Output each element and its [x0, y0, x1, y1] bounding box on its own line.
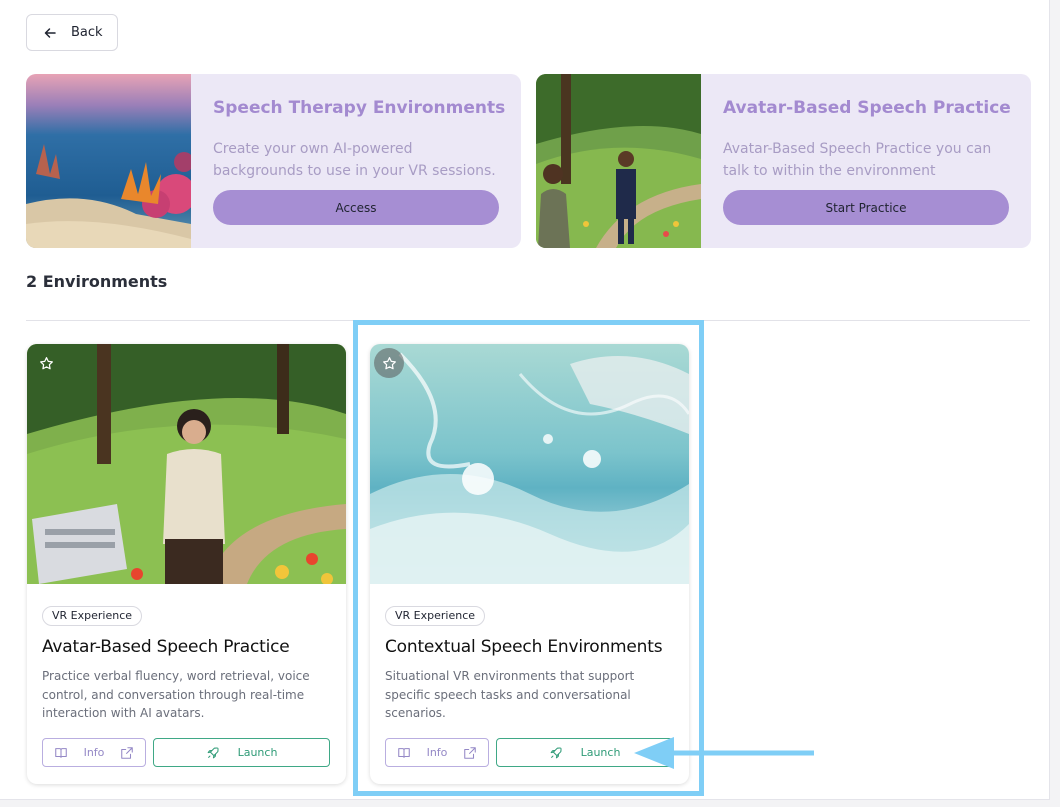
- info-button[interactable]: Info: [385, 738, 489, 767]
- environment-card-avatar-speech: VR Experience Avatar-Based Speech Practi…: [27, 344, 346, 784]
- pointer-arrow-icon: [634, 737, 814, 769]
- rocket-icon: [207, 746, 219, 758]
- info-button[interactable]: Info: [42, 738, 146, 767]
- promo-description: Create your own AI-powered backgrounds t…: [213, 141, 496, 179]
- book-icon: [398, 747, 410, 758]
- card-description: Situational VR environments that support…: [385, 669, 635, 720]
- promo-title: Avatar-Based Speech Practice: [723, 98, 1011, 118]
- vr-experience-badge: VR Experience: [42, 606, 143, 626]
- promo-avatar-speech-practice: Avatar-Based Speech Practice Avatar-Base…: [536, 74, 1031, 248]
- environments-count-heading: 2 Environments: [26, 272, 168, 291]
- card-description: Practice verbal fluency, word retrieval,…: [42, 669, 310, 720]
- promo-image-avatars: [536, 74, 701, 248]
- external-link-icon: [121, 746, 133, 759]
- promo-speech-therapy-environments: Speech Therapy Environments Create your …: [26, 74, 521, 248]
- launch-label: Launch: [237, 746, 278, 759]
- info-label: Info: [83, 746, 105, 759]
- favorite-button[interactable]: [31, 348, 61, 378]
- vr-experience-badge: VR Experience: [385, 606, 486, 626]
- access-button[interactable]: Access: [213, 190, 499, 225]
- card-title: Contextual Speech Environments: [385, 637, 663, 657]
- favorite-button[interactable]: [374, 348, 404, 378]
- back-button[interactable]: Back: [26, 14, 118, 51]
- back-button-label: Back: [71, 25, 103, 40]
- info-label: Info: [426, 746, 448, 759]
- rocket-icon: [550, 746, 562, 758]
- star-icon: [39, 356, 53, 369]
- launch-label: Launch: [580, 746, 621, 759]
- promo-image-underwater: [26, 74, 191, 248]
- card-title: Avatar-Based Speech Practice: [42, 637, 290, 657]
- arrow-left-icon: [44, 27, 56, 38]
- start-practice-button[interactable]: Start Practice: [723, 190, 1009, 225]
- divider: [26, 320, 1030, 321]
- promo-title: Speech Therapy Environments: [213, 98, 506, 118]
- card-image-abstract-waves: [370, 344, 689, 584]
- star-icon: [382, 356, 396, 369]
- promo-description: Avatar-Based Speech Practice you can tal…: [723, 141, 992, 179]
- launch-button[interactable]: Launch: [153, 738, 330, 767]
- card-image-avatar-park: [27, 344, 346, 584]
- external-link-icon: [464, 746, 476, 759]
- book-icon: [55, 747, 67, 758]
- environment-card-contextual-speech: VR Experience Contextual Speech Environm…: [370, 344, 689, 784]
